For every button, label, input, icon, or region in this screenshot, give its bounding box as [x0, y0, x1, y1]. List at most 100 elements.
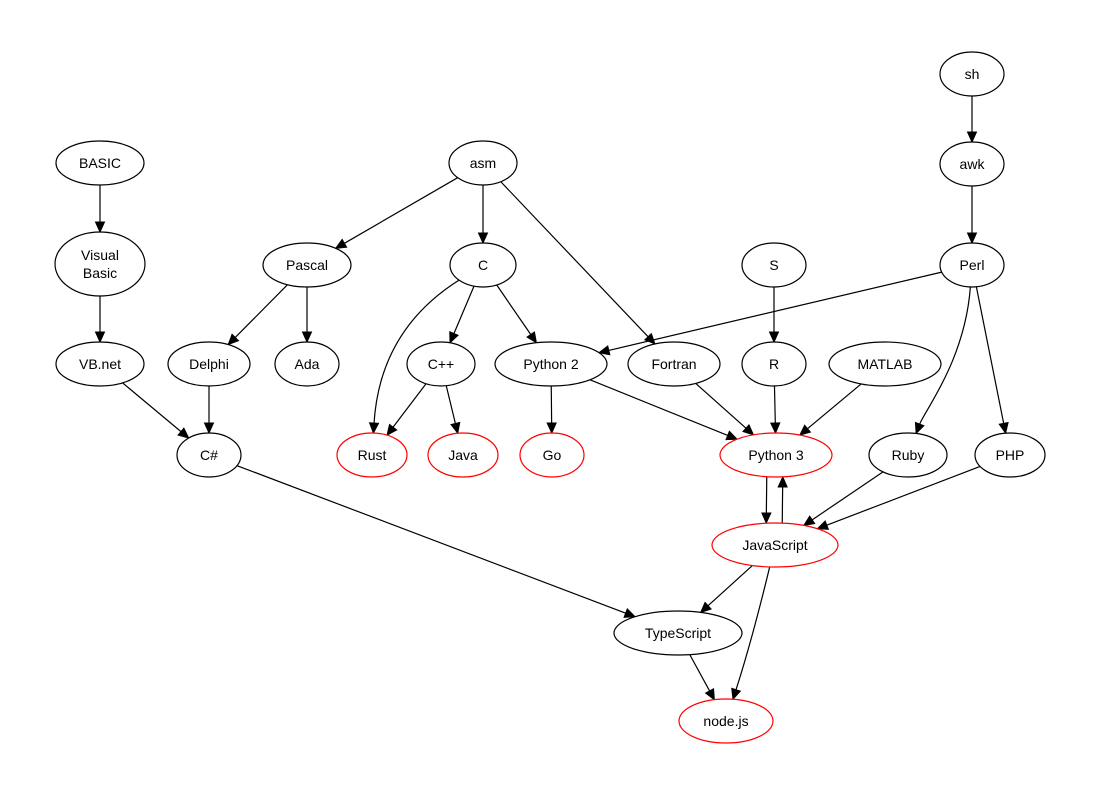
node-label: Python 3 — [748, 447, 803, 463]
node-label: C++ — [428, 356, 454, 372]
node-basic[interactable]: BASIC — [55, 140, 145, 186]
arrowhead-icon — [816, 520, 830, 530]
arrowhead-icon — [798, 424, 812, 436]
edge-vb-to-vbnet — [94, 296, 106, 344]
arrowhead-icon — [761, 512, 772, 525]
arrowhead-icon — [777, 475, 788, 488]
arrowhead-icon — [998, 421, 1009, 435]
arrowhead-icon — [704, 687, 715, 701]
edge-line — [234, 284, 288, 338]
node-label: C — [478, 257, 488, 273]
node-asm[interactable]: asm — [448, 140, 518, 186]
arrowhead-icon — [177, 427, 190, 439]
node-perl[interactable]: Perl — [939, 242, 1005, 288]
edge-line — [695, 382, 747, 429]
node-label: S — [769, 257, 778, 273]
node-javascript[interactable]: JavaScript — [711, 522, 839, 568]
edge-delphi-to-csharp — [203, 386, 215, 435]
arrowhead-icon — [386, 423, 398, 437]
node-awk[interactable]: awk — [939, 141, 1005, 187]
language-graph: sh awk Perl BASIC Visual Basic VB.net asm Pascal… — [0, 0, 1100, 800]
edge-line — [445, 385, 456, 424]
arrowhead-icon — [301, 331, 313, 344]
edge-line — [589, 379, 728, 437]
edge-python2-to-python3 — [589, 379, 739, 441]
arrowhead-icon — [449, 331, 459, 344]
edge-line — [344, 177, 458, 244]
node-label: R — [769, 356, 779, 372]
node-label: Visual — [81, 247, 119, 263]
node-csharp[interactable]: C# — [176, 432, 242, 478]
node-r[interactable]: R — [741, 341, 807, 387]
node-label: Basic — [83, 265, 117, 281]
node-s[interactable]: S — [741, 242, 807, 288]
edge-line — [496, 284, 532, 335]
node-label: BASIC — [79, 155, 121, 171]
node-label: asm — [470, 155, 496, 171]
edge-pascal-to-delphi — [227, 284, 288, 346]
edge-line — [122, 382, 182, 433]
edge-cpp-to-rust — [386, 383, 427, 437]
edge-python3-to-javascript — [761, 476, 772, 525]
edge-cpp-to-java — [445, 385, 461, 435]
arrowhead-icon — [94, 221, 106, 234]
node-matlab[interactable]: MATLAB — [828, 341, 942, 387]
node-label: sh — [965, 66, 980, 82]
node-label: Pascal — [286, 257, 328, 273]
node-c[interactable]: C — [449, 242, 517, 288]
node-label: Delphi — [189, 356, 229, 372]
node-vbnet[interactable]: VB.net — [55, 341, 145, 387]
node-ruby[interactable]: Ruby — [868, 432, 948, 478]
node-cpp[interactable]: C++ — [406, 341, 476, 387]
arrowhead-icon — [203, 422, 215, 435]
arrowhead-icon — [914, 421, 925, 435]
arrowhead-icon — [802, 515, 816, 527]
edge-line — [773, 385, 776, 424]
node-php[interactable]: PHP — [974, 432, 1046, 478]
node-java[interactable]: Java — [427, 432, 499, 478]
edge-line — [500, 181, 649, 338]
edge-ruby-to-javascript — [802, 471, 884, 527]
node-nodejs[interactable]: node.js — [678, 698, 774, 744]
node-vb[interactable]: Visual Basic — [54, 231, 146, 297]
edge-line — [392, 383, 427, 428]
node-label: Rust — [358, 447, 387, 463]
node-sh[interactable]: sh — [939, 51, 1005, 97]
node-go[interactable]: Go — [519, 432, 585, 478]
node-label: Perl — [960, 257, 985, 273]
edge-csharp-to-typescript — [236, 465, 637, 618]
edge-javascript-to-python3 — [777, 475, 788, 524]
edge-fortran-to-python3 — [695, 382, 755, 436]
arrowhead-icon — [334, 238, 348, 249]
node-ellipse — [54, 231, 146, 297]
edge-line — [811, 471, 884, 521]
arrowhead-icon — [477, 232, 489, 245]
node-label: C# — [200, 447, 218, 463]
node-delphi[interactable]: Delphi — [167, 341, 251, 387]
edge-r-to-python3 — [770, 385, 781, 435]
arrowhead-icon — [368, 422, 380, 435]
edge-c-to-python2 — [496, 284, 538, 344]
node-python3[interactable]: Python 3 — [719, 432, 833, 478]
node-label: MATLAB — [858, 356, 913, 372]
node-ada[interactable]: Ada — [274, 341, 340, 387]
arrowhead-icon — [731, 687, 742, 701]
arrowhead-icon — [94, 331, 106, 344]
node-label: VB.net — [79, 356, 121, 372]
node-typescript[interactable]: TypeScript — [613, 610, 743, 656]
arrowhead-icon — [725, 430, 739, 441]
arrowhead-icon — [966, 232, 978, 245]
node-python2[interactable]: Python 2 — [494, 341, 608, 387]
edge-perl-to-php — [975, 286, 1009, 435]
edge-matlab-to-python3 — [798, 383, 862, 436]
node-rust[interactable]: Rust — [336, 432, 408, 478]
edge-awk-to-perl — [966, 186, 978, 245]
node-pascal[interactable]: Pascal — [262, 242, 352, 288]
node-label: JavaScript — [742, 537, 807, 553]
edge-asm-to-pascal — [334, 177, 458, 249]
edge-asm-to-c — [477, 185, 489, 245]
node-fortran[interactable]: Fortran — [627, 341, 721, 387]
edge-line — [807, 383, 862, 430]
edge-basic-to-vb — [94, 185, 106, 234]
edge-sh-to-awk — [966, 96, 978, 144]
